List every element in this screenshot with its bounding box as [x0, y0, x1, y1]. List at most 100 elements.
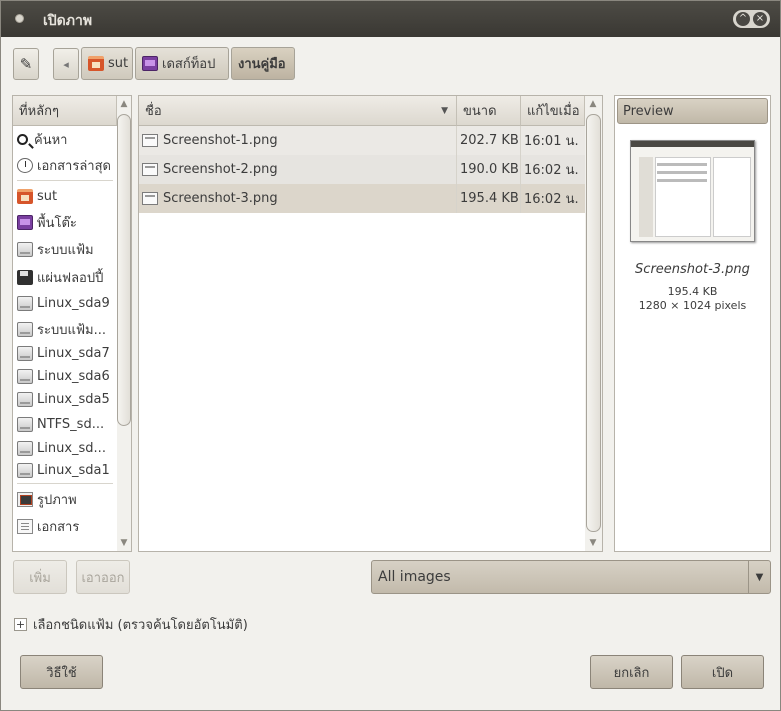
files-scroll-thumb[interactable] [586, 114, 601, 532]
desktop-icon [17, 214, 33, 230]
place-label: Linux_sd... [37, 440, 106, 456]
floppy-icon [17, 269, 33, 285]
place-pictures[interactable]: รูปภาพ [13, 486, 117, 513]
scroll-down-arrow[interactable]: ▼ [586, 538, 600, 548]
place-floppy[interactable]: แผ่นฟลอปปี้ [13, 264, 117, 290]
place-label: ค้นหา [34, 132, 68, 148]
place-label: sut [37, 188, 58, 204]
places-header[interactable]: ที่หลักๆ [13, 96, 117, 126]
file-modified: 16:01 น. [524, 134, 579, 149]
column-header-size[interactable]: ขนาด [457, 96, 521, 126]
breadcrumb-current-folder[interactable]: งานคู่มือ [231, 47, 295, 80]
search-icon [17, 133, 28, 145]
path-back-button[interactable]: ◂ [53, 48, 79, 80]
window-menu-button[interactable] [15, 14, 24, 23]
pencil-icon: ✎ [19, 55, 33, 73]
remove-bookmark-label: เอาออก [81, 570, 125, 586]
sort-down-icon: ▼ [441, 105, 448, 116]
places-header-label: ที่หลักๆ [19, 104, 59, 119]
file-type-expander-label: เลือกชนิดแฟ้ม (ตรวจค้นโดยอัตโนมัติ) [33, 618, 248, 633]
place-label: Linux_sda7 [37, 346, 110, 361]
file-name: Screenshot-1.png [163, 133, 278, 148]
places-pane: ที่หลักๆ ค้นหา เอกสารล่าสุด sut พื้นโต๊ะ… [12, 95, 132, 552]
place-linux-sda9[interactable]: Linux_sda9 [13, 290, 117, 316]
places-list: ค้นหา เอกสารล่าสุด sut พื้นโต๊ะ ระบบแฟ้ม… [13, 126, 117, 540]
image-file-icon [142, 134, 158, 147]
file-name: Screenshot-2.png [163, 162, 278, 177]
drive-icon [17, 369, 33, 384]
documents-icon [17, 519, 33, 534]
divider [17, 483, 113, 484]
dropdown-arrow-icon: ▼ [748, 561, 770, 593]
place-label: Linux_sda9 [37, 295, 110, 311]
places-scroll-thumb[interactable] [117, 114, 131, 426]
open-button[interactable]: เปิด [681, 655, 764, 689]
place-label: พื้นโต๊ะ [37, 215, 77, 231]
column-header-name[interactable]: ชื่อ ▼ [139, 96, 457, 126]
place-ntfs[interactable]: NTFS_sd... [13, 411, 117, 437]
place-search[interactable]: ค้นหา [13, 126, 117, 152]
place-linux-sd[interactable]: Linux_sd... [13, 437, 117, 459]
file-type-expander[interactable]: + เลือกชนิดแฟ้ม (ตรวจค้นโดยอัตโนมัติ) [14, 614, 248, 635]
file-row-selected[interactable]: Screenshot-3.png 195.4 KB 16:02 น. [139, 184, 585, 213]
column-modified-label: แก้ไขเมื่อ [527, 104, 580, 119]
places-scrollbar[interactable]: ▲ ▼ [117, 96, 131, 551]
place-documents[interactable]: เอกสาร [13, 513, 117, 540]
file-modified: 16:02 น. [524, 163, 579, 178]
place-filesystem-2[interactable]: ระบบแฟ้ม... [13, 316, 117, 342]
help-button-label: วิธีใช้ [46, 665, 77, 681]
add-bookmark-button[interactable]: เพิ่ม [13, 560, 67, 594]
file-modified: 16:02 น. [524, 192, 579, 207]
close-button[interactable]: × [753, 12, 767, 26]
window-title: เปิดภาพ [43, 13, 93, 29]
column-header-modified[interactable]: แก้ไขเมื่อ [521, 96, 585, 126]
preview-dimensions: 1280 × 1024 pixels [638, 299, 747, 312]
preview-header: Preview [617, 98, 768, 124]
pictures-icon [17, 492, 33, 507]
scroll-down-arrow[interactable]: ▼ [117, 538, 131, 548]
drive-icon [17, 462, 33, 478]
drive-icon [17, 242, 33, 257]
place-label: NTFS_sd... [37, 416, 105, 432]
file-name: Screenshot-3.png [163, 191, 278, 206]
file-row[interactable]: Screenshot-2.png 190.0 KB 16:02 น. [139, 155, 585, 184]
preview-file-size: 195.4 KB [667, 285, 718, 298]
place-label: เอกสารล่าสุด [37, 158, 111, 174]
file-filter-select[interactable]: All images ▼ [371, 560, 771, 594]
preview-file-name: Screenshot-3.png [635, 262, 750, 277]
place-linux-sda7[interactable]: Linux_sda7 [13, 342, 117, 365]
place-desktop[interactable]: พื้นโต๊ะ [13, 209, 117, 235]
type-location-button[interactable]: ✎ [13, 48, 39, 80]
place-linux-sda5[interactable]: Linux_sda5 [13, 388, 117, 411]
desktop-icon [142, 56, 158, 71]
file-size: 190.0 KB [457, 155, 521, 184]
place-home[interactable]: sut [13, 183, 117, 209]
remove-bookmark-button[interactable]: เอาออก [76, 560, 130, 594]
divider [17, 180, 113, 181]
breadcrumb-desktop[interactable]: เดสก์ท็อป [135, 47, 229, 80]
place-linux-sda6[interactable]: Linux_sda6 [13, 365, 117, 388]
scroll-up-arrow[interactable]: ▲ [117, 99, 131, 109]
drive-icon [17, 416, 33, 432]
place-label: Linux_sda5 [37, 392, 110, 407]
drive-icon [17, 346, 33, 361]
place-label: เอกสาร [37, 520, 80, 535]
maximize-button[interactable]: ^ [736, 12, 750, 26]
drive-icon [17, 321, 33, 337]
place-recent[interactable]: เอกสารล่าสุด [13, 152, 117, 178]
place-filesystem[interactable]: ระบบแฟ้ม [13, 235, 117, 264]
drive-icon [17, 440, 33, 456]
drive-icon [17, 295, 33, 311]
help-button[interactable]: วิธีใช้ [20, 655, 103, 689]
preview-pane: Preview Screenshot-3.png 195.4 KB 1280 ×… [614, 95, 771, 552]
breadcrumb-label: sut [108, 56, 129, 71]
files-scrollbar[interactable]: ▲ ▼ [585, 96, 602, 551]
breadcrumb-label: เดสก์ท็อป [162, 57, 216, 72]
scroll-up-arrow[interactable]: ▲ [586, 99, 600, 109]
place-linux-sda1[interactable]: Linux_sda1 [13, 459, 117, 481]
place-label: รูปภาพ [37, 493, 77, 508]
breadcrumb-sut[interactable]: sut [81, 47, 133, 80]
file-row[interactable]: Screenshot-1.png 202.7 KB 16:01 น. [139, 126, 585, 155]
place-label: ระบบแฟ้ม [37, 243, 94, 258]
cancel-button[interactable]: ยกเลิก [590, 655, 673, 689]
